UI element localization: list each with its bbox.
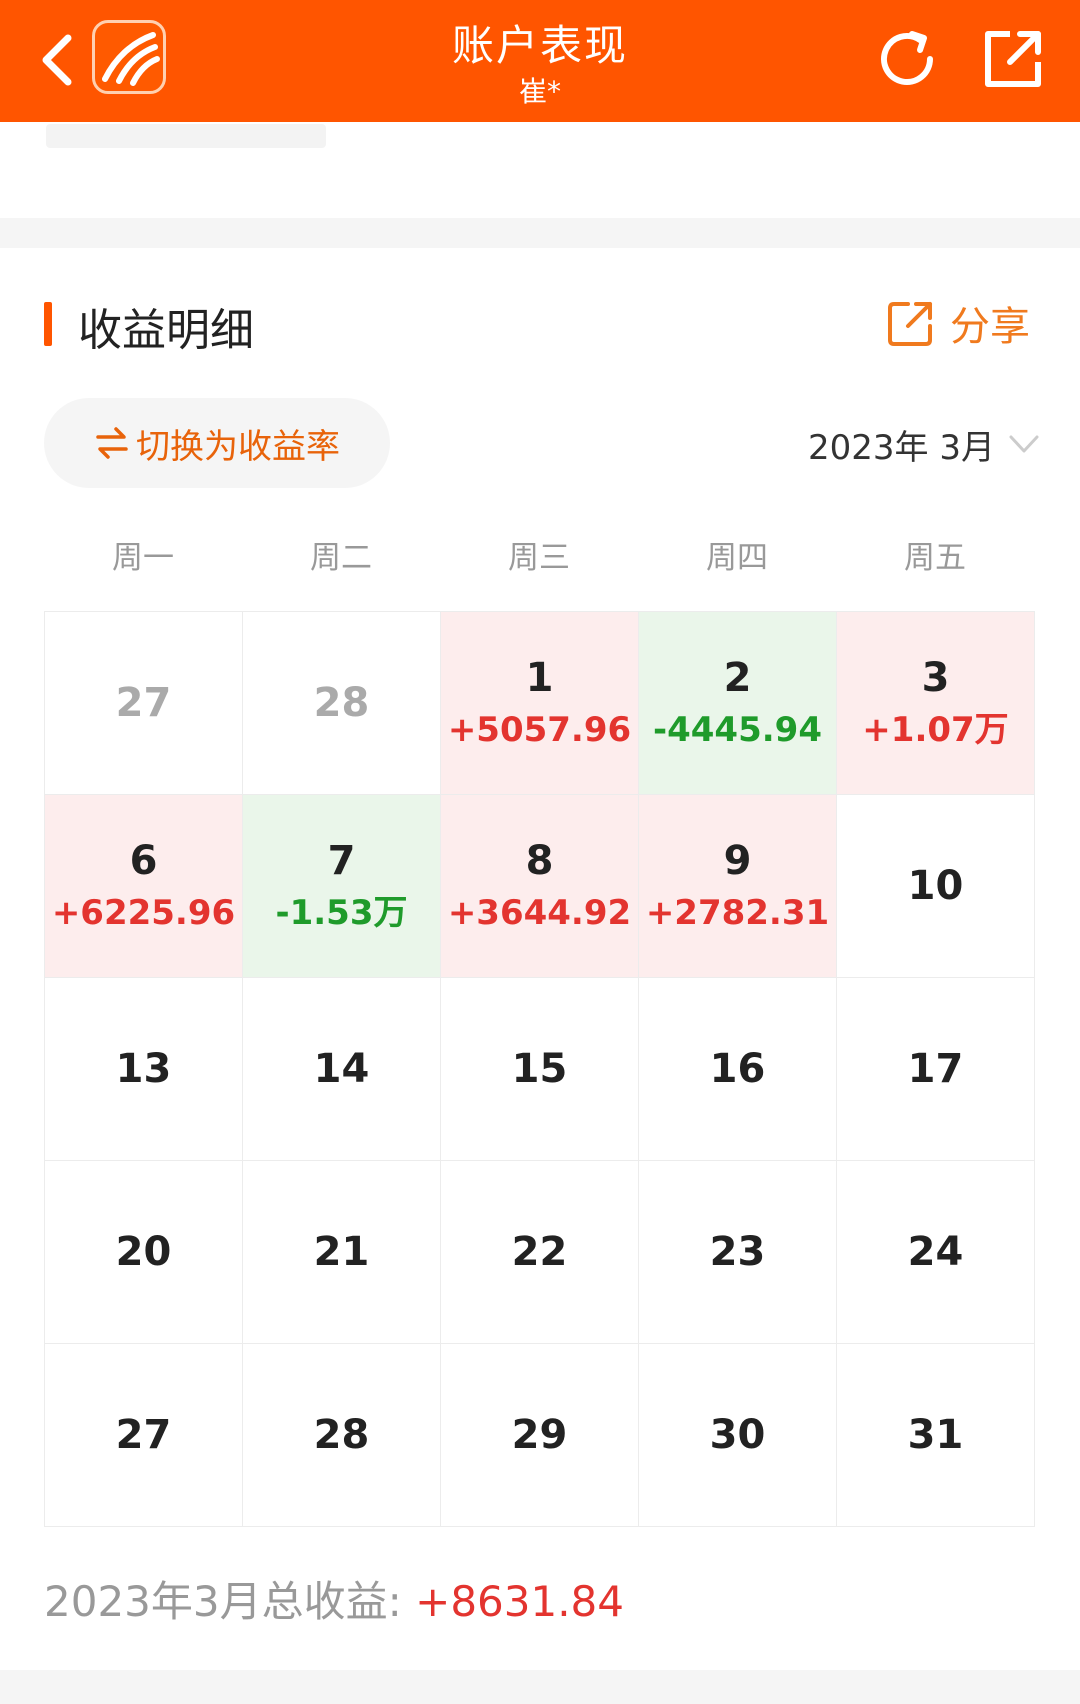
calendar-day-cell[interactable]: 15 xyxy=(441,978,639,1161)
calendar-day-cell[interactable]: 6 +6225.96 xyxy=(45,795,243,978)
toggle-label: 切换为收益率 xyxy=(136,426,340,467)
day-number: 8 xyxy=(525,838,554,884)
calendar-day-cell[interactable]: 22 xyxy=(441,1161,639,1344)
calendar-day-cell[interactable]: 30 xyxy=(639,1344,837,1527)
day-number: 21 xyxy=(313,1229,370,1275)
page-bottom-gap xyxy=(0,1670,1080,1704)
calendar-day-cell[interactable]: 1 +5057.96 xyxy=(441,612,639,795)
earnings-detail-card: 收益明细 分享 切换为收益率 2023年 3月 周一 周二 周三 周四 周五 2… xyxy=(0,248,1080,1670)
weekday-label: 周三 xyxy=(508,540,570,576)
share-button[interactable]: 分享 xyxy=(886,296,1030,350)
toggle-rate-button[interactable]: 切换为收益率 xyxy=(44,398,390,488)
calendar-day-cell[interactable]: 23 xyxy=(639,1161,837,1344)
weekday-label: 周五 xyxy=(904,540,966,576)
calendar-day-cell[interactable]: 14 xyxy=(243,978,441,1161)
day-number: 28 xyxy=(313,680,370,726)
app-header: 账户表现 崔* xyxy=(0,0,1080,122)
monthly-total: 2023年3月总收益: +8631.84 xyxy=(44,1568,624,1629)
day-number: 9 xyxy=(723,838,752,884)
day-number: 2 xyxy=(723,655,752,701)
day-number: 20 xyxy=(115,1229,172,1275)
day-number: 24 xyxy=(907,1229,964,1275)
daily-pnl: +1.07万 xyxy=(862,710,1009,750)
day-number: 1 xyxy=(525,655,554,701)
calendar-day-cell[interactable]: 21 xyxy=(243,1161,441,1344)
refresh-button[interactable] xyxy=(872,24,942,94)
calendar-day-cell[interactable]: 16 xyxy=(639,978,837,1161)
swap-icon xyxy=(96,427,128,459)
calendar-day-cell[interactable]: 24 xyxy=(837,1161,1035,1344)
weekday-label: 周四 xyxy=(706,540,768,576)
day-number: 6 xyxy=(129,838,158,884)
daily-pnl: +5057.96 xyxy=(447,710,632,750)
calendar-day-cell[interactable]: 17 xyxy=(837,978,1035,1161)
month-selector[interactable]: 2023年 3月 xyxy=(808,420,1041,469)
calendar-day-cell[interactable]: 8 +3644.92 xyxy=(441,795,639,978)
calendar-day-cell[interactable]: 28 xyxy=(243,1344,441,1527)
refresh-icon xyxy=(881,31,933,85)
calendar-day-cell[interactable]: 20 xyxy=(45,1161,243,1344)
day-number: 14 xyxy=(313,1046,370,1092)
calendar-day-cell[interactable]: 7 -1.53万 xyxy=(243,795,441,978)
weekday-header: 周一 周二 周三 周四 周五 xyxy=(44,528,1034,588)
daily-pnl: +3644.92 xyxy=(447,893,632,933)
day-number: 23 xyxy=(709,1229,766,1275)
daily-pnl: +2782.31 xyxy=(645,893,830,933)
calendar-day-cell[interactable]: 27 xyxy=(45,1344,243,1527)
section-title: 收益明细 xyxy=(78,305,254,356)
calendar-day-cell[interactable]: 2 -4445.94 xyxy=(639,612,837,795)
calendar-day-cell[interactable]: 10 xyxy=(837,795,1035,978)
previous-card xyxy=(0,122,1080,218)
day-number: 10 xyxy=(907,863,964,909)
day-number: 29 xyxy=(511,1412,568,1458)
open-external-button[interactable] xyxy=(980,26,1046,92)
day-number: 28 xyxy=(313,1412,370,1458)
day-number: 17 xyxy=(907,1046,964,1092)
day-number: 22 xyxy=(511,1229,568,1275)
daily-pnl: +6225.96 xyxy=(51,893,236,933)
day-number: 31 xyxy=(907,1412,964,1458)
day-number: 15 xyxy=(511,1046,568,1092)
month-label: 2023年 3月 xyxy=(808,428,995,468)
calendar-day-cell: 28 xyxy=(243,612,441,795)
weekday-label: 周二 xyxy=(310,540,372,576)
day-number: 30 xyxy=(709,1412,766,1458)
calendar-day-cell[interactable]: 29 xyxy=(441,1344,639,1527)
calendar-day-cell: 27 xyxy=(45,612,243,795)
day-number: 27 xyxy=(115,680,172,726)
calendar-grid: 27 28 1 +5057.96 2 -4445.94 3 +1.07万 6 +6225.96 7 -… xyxy=(44,611,1035,1527)
day-number: 13 xyxy=(115,1046,172,1092)
day-number: 3 xyxy=(921,655,950,701)
section-accent-bar xyxy=(44,302,52,346)
day-number: 16 xyxy=(709,1046,766,1092)
share-icon xyxy=(888,302,932,346)
external-link-icon xyxy=(985,31,1041,87)
calendar-day-cell[interactable]: 3 +1.07万 xyxy=(837,612,1035,795)
calendar-day-cell[interactable]: 13 xyxy=(45,978,243,1161)
weekday-label: 周一 xyxy=(112,540,174,576)
calendar-day-cell[interactable]: 9 +2782.31 xyxy=(639,795,837,978)
daily-pnl: -4445.94 xyxy=(653,710,822,750)
day-number: 27 xyxy=(115,1412,172,1458)
day-number: 7 xyxy=(327,838,356,884)
daily-pnl: -1.53万 xyxy=(275,893,408,933)
total-value: +8631.84 xyxy=(415,1577,624,1626)
share-label: 分享 xyxy=(950,304,1030,350)
total-label: 2023年3月总收益: xyxy=(44,1577,402,1626)
placeholder-bar xyxy=(46,124,326,148)
chevron-down-icon xyxy=(1009,435,1039,452)
calendar-day-cell[interactable]: 31 xyxy=(837,1344,1035,1527)
